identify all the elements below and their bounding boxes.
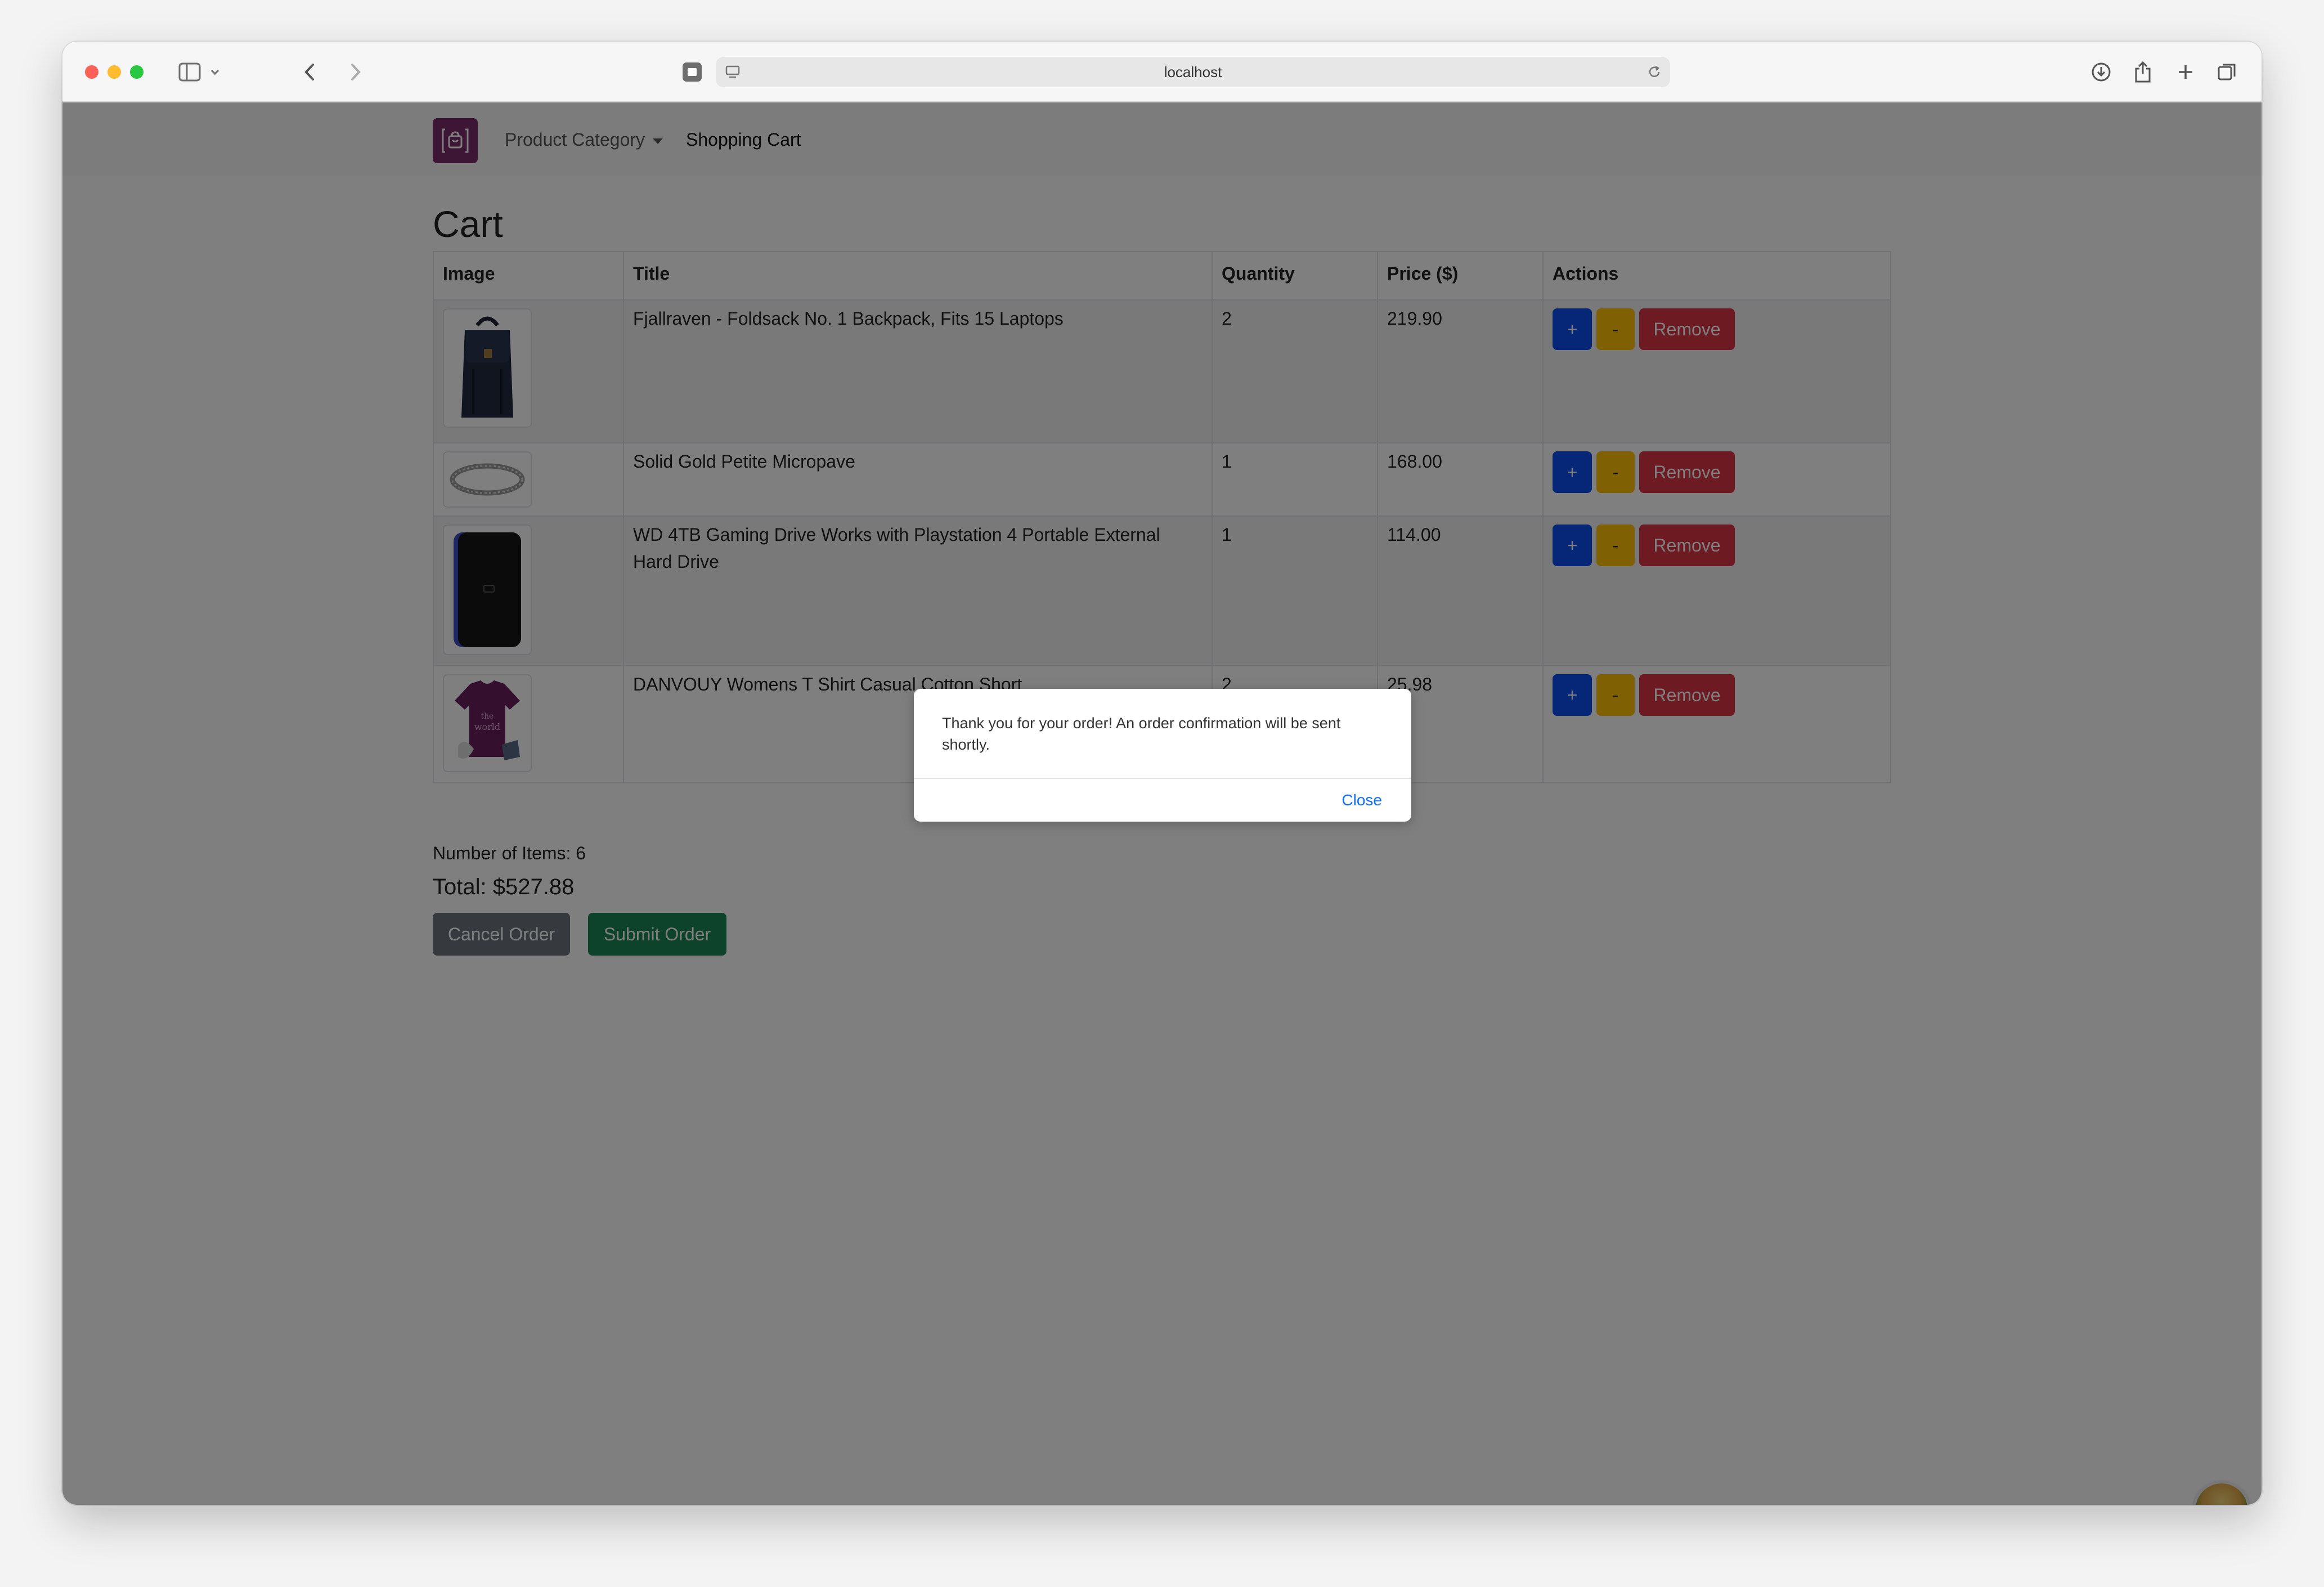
downloads-icon[interactable] bbox=[2087, 59, 2115, 86]
share-icon[interactable] bbox=[2129, 59, 2157, 86]
minimize-window-button[interactable] bbox=[107, 65, 121, 79]
url-text: localhost bbox=[1164, 64, 1222, 80]
new-tab-icon[interactable] bbox=[2172, 59, 2200, 86]
modal-footer: Close bbox=[914, 778, 1411, 823]
tab-overview-icon[interactable] bbox=[678, 59, 706, 86]
tabs-overview-icon[interactable] bbox=[2213, 59, 2241, 86]
browser-window: localhost Thank you for your order! An o… bbox=[62, 42, 2262, 1505]
browser-toolbar: localhost bbox=[62, 42, 2262, 102]
modal-close-button[interactable]: Close bbox=[1342, 791, 1382, 809]
reload-icon[interactable] bbox=[1644, 59, 1665, 86]
back-icon[interactable] bbox=[299, 59, 321, 86]
close-window-button[interactable] bbox=[85, 65, 98, 79]
address-bar[interactable]: localhost bbox=[716, 57, 1670, 87]
modal-message: Thank you for your order! An order confi… bbox=[942, 715, 1341, 753]
chevron-down-icon[interactable] bbox=[207, 59, 223, 86]
maximize-window-button[interactable] bbox=[130, 65, 143, 79]
sidebar-toggle-icon[interactable] bbox=[173, 59, 207, 86]
order-confirmation-modal: Thank you for your order! An order confi… bbox=[914, 689, 1411, 822]
forward-icon[interactable] bbox=[344, 59, 366, 86]
